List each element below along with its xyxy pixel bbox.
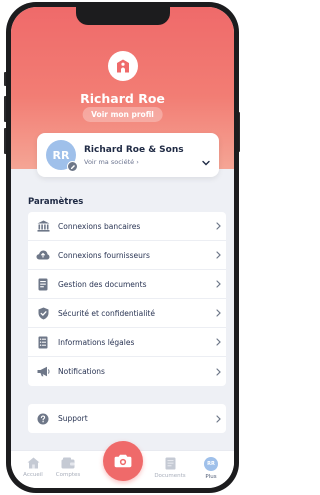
legal-list-icon [28, 336, 58, 349]
menu-item-label: Connexions fournisseurs [58, 250, 150, 260]
settings-item-supplier-connections[interactable]: Connexions fournisseurs [28, 241, 226, 270]
documents-icon [165, 457, 175, 470]
chevron-right-icon [210, 367, 226, 376]
menu-item-label: Notifications [58, 367, 105, 376]
tab-home-label: Accueil [23, 472, 43, 478]
settings-list: Connexions bancaires Connexions fourniss… [28, 212, 226, 386]
profile-name: Richard Roe [80, 91, 165, 106]
camera-icon [114, 454, 131, 468]
logo-icon [116, 59, 129, 73]
edit-pencil-icon[interactable] [67, 161, 78, 172]
settings-item-notifications[interactable]: Notifications [28, 357, 226, 386]
chevron-right-icon [210, 309, 226, 317]
menu-item-label: Informations légales [58, 337, 135, 347]
settings-item-bank-connections[interactable]: Connexions bancaires [28, 212, 226, 241]
tab-bar: Accueil Comptes Documents RR Plus [11, 441, 234, 488]
company-link[interactable]: Voir ma société › [84, 158, 139, 166]
chevron-right-icon [210, 338, 226, 346]
tab-accounts[interactable]: Comptes [48, 457, 88, 478]
settings-item-security-privacy[interactable]: Sécurité et confidentialité [28, 299, 226, 328]
notch [75, 7, 170, 25]
company-name: Richard Roe & Sons [84, 145, 184, 155]
menu-item-label: Sécurité et confidentialité [58, 308, 155, 318]
tab-accounts-label: Comptes [55, 472, 81, 478]
menu-item-label: Connexions bancaires [58, 221, 141, 231]
view-profile-button[interactable]: Voir mon profil [82, 107, 163, 122]
settings-item-legal-information[interactable]: Informations légales [28, 328, 226, 357]
support-item[interactable]: Support [28, 404, 226, 433]
tab-documents-label: Documents [154, 473, 186, 479]
tab-documents[interactable]: Documents [150, 457, 190, 479]
company-switcher[interactable]: RR Richard Roe & Sons Voir ma société › [37, 133, 219, 177]
tab-home[interactable]: Accueil [13, 457, 53, 478]
document-icon [28, 278, 58, 291]
menu-item-label: Gestion des documents [58, 279, 147, 289]
chevron-right-icon [210, 414, 226, 423]
megaphone-icon [28, 366, 58, 377]
bank-icon [28, 220, 58, 232]
settings-title: Paramètres [28, 197, 84, 207]
support-label: Support [58, 414, 88, 423]
help-icon [28, 413, 58, 425]
settings-item-document-management[interactable]: Gestion des documents [28, 270, 226, 299]
app-logo [107, 51, 138, 81]
home-icon [27, 457, 39, 469]
tab-more[interactable]: RR Plus [191, 457, 231, 480]
camera-button[interactable] [102, 441, 143, 481]
chevron-right-icon [210, 251, 226, 259]
accounts-icon [61, 457, 75, 469]
chevron-down-icon[interactable] [202, 151, 210, 170]
avatar-icon: RR [204, 457, 218, 471]
phone-frame: Richard Roe Voir mon profil RR Richard R… [6, 2, 239, 493]
app-screen: Richard Roe Voir mon profil RR Richard R… [11, 7, 234, 488]
tab-more-label: Plus [205, 474, 217, 480]
chevron-right-icon [210, 280, 226, 288]
shield-check-icon [28, 307, 58, 320]
cloud-icon [28, 250, 58, 260]
chevron-right-icon [210, 222, 226, 230]
